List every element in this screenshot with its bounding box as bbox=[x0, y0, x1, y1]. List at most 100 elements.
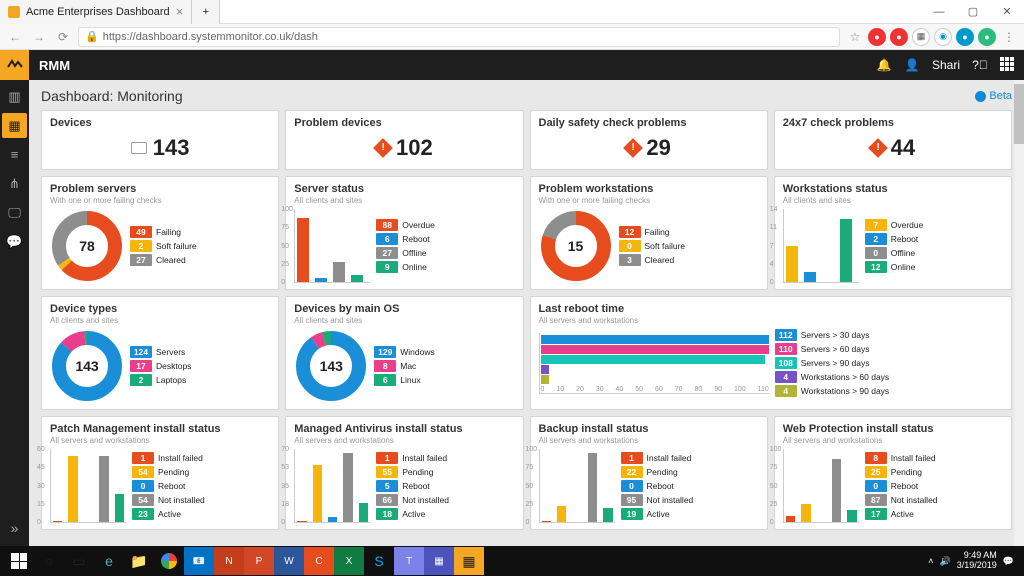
legend-row[interactable]: 19Active bbox=[621, 508, 759, 520]
legend-row[interactable]: 66Not installed bbox=[376, 494, 514, 506]
nav-reload-icon[interactable]: ⟳ bbox=[54, 28, 72, 46]
legend-row[interactable]: 2Laptops bbox=[130, 374, 270, 386]
taskbar-app[interactable]: X bbox=[334, 547, 364, 575]
legend-row[interactable]: 0Offline bbox=[865, 247, 1003, 259]
legend-row[interactable]: 2Reboot bbox=[865, 233, 1003, 245]
legend-row[interactable]: 4Workstations > 60 days bbox=[775, 371, 1003, 383]
legend-row[interactable]: 27Cleared bbox=[130, 254, 270, 266]
legend-row[interactable]: 12Failing bbox=[619, 226, 759, 238]
legend-row[interactable]: 1Install failed bbox=[376, 452, 514, 464]
legend-row[interactable]: 17Desktops bbox=[130, 360, 270, 372]
legend-row[interactable]: 8Mac bbox=[374, 360, 514, 372]
legend-row[interactable]: 0Soft failure bbox=[619, 240, 759, 252]
legend-row[interactable]: 129Windows bbox=[374, 346, 514, 358]
address-bar[interactable]: 🔒 https://dashboard.systemmonitor.co.uk/… bbox=[78, 27, 840, 47]
legend-row[interactable]: 0Reboot bbox=[865, 480, 1003, 492]
legend-row[interactable]: 110Servers > 60 days bbox=[775, 343, 1003, 355]
legend-row[interactable]: 112Servers > 30 days bbox=[775, 329, 1003, 341]
chart-card-patch_mgmt[interactable]: Patch Management install status All serv… bbox=[41, 416, 279, 530]
chart-card-web_protection[interactable]: Web Protection install status All server… bbox=[774, 416, 1012, 530]
cortana-icon[interactable]: ○ bbox=[34, 547, 64, 575]
legend-row[interactable]: 55Pending bbox=[376, 466, 514, 478]
chart-card-last_reboot[interactable]: Last reboot time All servers and worksta… bbox=[530, 296, 1013, 410]
taskbar-app[interactable]: N bbox=[214, 547, 244, 575]
chart-card-backup[interactable]: Backup install status All servers and wo… bbox=[530, 416, 768, 530]
legend-row[interactable]: 88Overdue bbox=[376, 219, 514, 231]
legend-row[interactable]: 12Online bbox=[865, 261, 1003, 273]
legend-row[interactable]: 5Reboot bbox=[376, 480, 514, 492]
legend-row[interactable]: 54Pending bbox=[132, 466, 270, 478]
start-button[interactable] bbox=[4, 547, 34, 575]
taskbar-app[interactable]: 📁 bbox=[124, 547, 154, 575]
sidebar-item-dashboard[interactable]: ▦ bbox=[2, 113, 27, 138]
ext-icon[interactable]: ◉ bbox=[934, 28, 952, 46]
clock-date[interactable]: 3/19/2019 bbox=[957, 561, 997, 571]
taskbar-app[interactable]: P bbox=[244, 547, 274, 575]
legend-row[interactable]: 8Install failed bbox=[865, 452, 1003, 464]
browser-tab[interactable]: Acme Enterprises Dashboard × bbox=[0, 0, 192, 24]
chart-card-workstations_status[interactable]: Workstations status All clients and site… bbox=[774, 176, 1012, 290]
legend-row[interactable]: 49Failing bbox=[130, 226, 270, 238]
chart-card-devices_by_os[interactable]: Devices by main OS All clients and sites… bbox=[285, 296, 523, 410]
chart-card-device_types[interactable]: Device types All clients and sites 14312… bbox=[41, 296, 279, 410]
nav-back-icon[interactable]: ← bbox=[6, 28, 24, 46]
legend-row[interactable]: 124Servers bbox=[130, 346, 270, 358]
menu-icon[interactable]: ⋮ bbox=[1000, 28, 1018, 46]
chart-card-problem_servers[interactable]: Problem servers With one or more failing… bbox=[41, 176, 279, 290]
sidebar-item-nodes[interactable]: ⋔ bbox=[2, 171, 27, 196]
tab-close-icon[interactable]: × bbox=[176, 4, 184, 19]
chart-card-server_status[interactable]: Server status All clients and sites 1007… bbox=[285, 176, 523, 290]
ext-icon[interactable]: ● bbox=[978, 28, 996, 46]
window-minimize-button[interactable]: — bbox=[922, 0, 956, 24]
legend-row[interactable]: 23Active bbox=[132, 508, 270, 520]
legend-row[interactable]: 54Not installed bbox=[132, 494, 270, 506]
nav-forward-icon[interactable]: → bbox=[30, 28, 48, 46]
tray-icon[interactable]: 🔊 bbox=[940, 556, 951, 567]
notifications-icon[interactable]: 💬 bbox=[1003, 556, 1014, 567]
scrollbar[interactable] bbox=[1014, 80, 1024, 546]
chart-card-managed_av[interactable]: Managed Antivirus install status All ser… bbox=[285, 416, 523, 530]
legend-row[interactable]: 108Servers > 90 days bbox=[775, 357, 1003, 369]
legend-row[interactable]: 3Cleared bbox=[619, 254, 759, 266]
legend-row[interactable]: 18Active bbox=[376, 508, 514, 520]
taskbar-app[interactable]: W bbox=[274, 547, 304, 575]
legend-row[interactable]: 1Install failed bbox=[621, 452, 759, 464]
app-logo[interactable] bbox=[0, 50, 29, 80]
star-icon[interactable]: ☆ bbox=[846, 28, 864, 46]
ext-icon[interactable]: ● bbox=[868, 28, 886, 46]
legend-row[interactable]: 1Install failed bbox=[132, 452, 270, 464]
legend-row[interactable]: 7Overdue bbox=[865, 219, 1003, 231]
legend-row[interactable]: 22Pending bbox=[621, 466, 759, 478]
apps-grid-icon[interactable] bbox=[1000, 57, 1016, 73]
legend-row[interactable]: 27Offline bbox=[376, 247, 514, 259]
legend-row[interactable]: 4Workstations > 90 days bbox=[775, 385, 1003, 397]
tray-icon[interactable]: ˄ bbox=[928, 556, 933, 566]
new-tab-button[interactable]: + bbox=[192, 0, 220, 24]
sidebar-item-filter[interactable]: ≡ bbox=[2, 142, 27, 167]
stat-card[interactable]: Devices 143 bbox=[41, 110, 279, 170]
sidebar-item-monitor[interactable]: 🖵 bbox=[2, 200, 27, 225]
user-name[interactable]: Shari bbox=[932, 58, 960, 72]
legend-row[interactable]: 0Reboot bbox=[621, 480, 759, 492]
legend-row[interactable]: 17Active bbox=[865, 508, 1003, 520]
sidebar-item-chat[interactable]: 💬 bbox=[2, 229, 27, 254]
sidebar-item-clients[interactable]: ▥ bbox=[2, 84, 27, 109]
legend-row[interactable]: 6Reboot bbox=[376, 233, 514, 245]
window-close-button[interactable]: ✕ bbox=[990, 0, 1024, 24]
taskbar-app[interactable]: e bbox=[94, 547, 124, 575]
bell-icon[interactable]: 🔔 bbox=[876, 57, 892, 73]
taskbar-app[interactable]: 📧 bbox=[184, 547, 214, 575]
legend-row[interactable]: 9Online bbox=[376, 261, 514, 273]
stat-card[interactable]: Daily safety check problems 29 bbox=[530, 110, 768, 170]
taskbar-app[interactable] bbox=[154, 547, 184, 575]
stat-card[interactable]: Problem devices 102 bbox=[285, 110, 523, 170]
taskbar-app[interactable]: S bbox=[364, 547, 394, 575]
chart-card-problem_workstations[interactable]: Problem workstations With one or more fa… bbox=[530, 176, 768, 290]
legend-row[interactable]: 0Reboot bbox=[132, 480, 270, 492]
taskbar-app[interactable]: C bbox=[304, 547, 334, 575]
ext-icon[interactable]: ● bbox=[956, 28, 974, 46]
user-icon[interactable]: 👤 bbox=[904, 57, 920, 73]
taskbar-app[interactable]: ▦ bbox=[424, 547, 454, 575]
legend-row[interactable]: 6Linux bbox=[374, 374, 514, 386]
ext-icon[interactable]: ▦ bbox=[912, 28, 930, 46]
